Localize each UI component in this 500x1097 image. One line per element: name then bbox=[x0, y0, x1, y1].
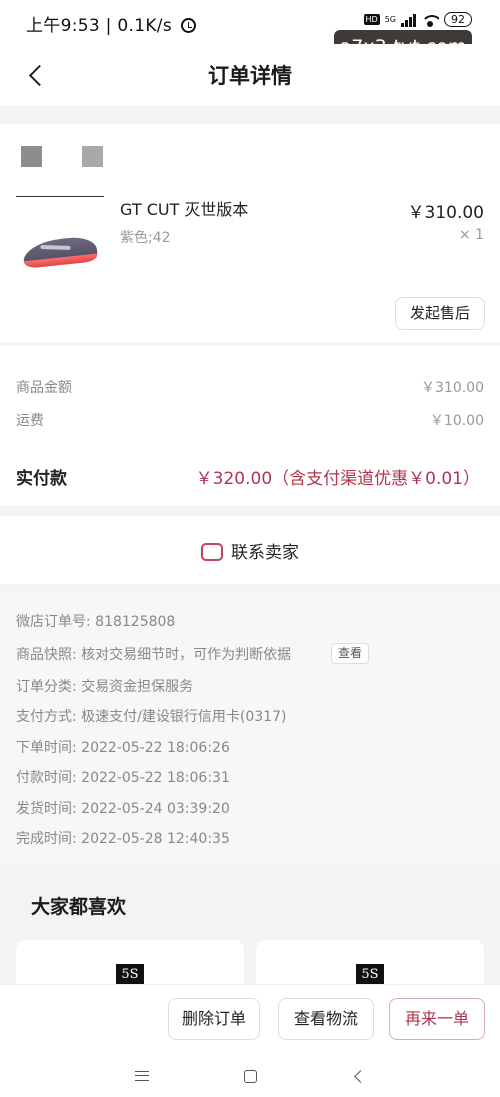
info-label: 完成时间: bbox=[16, 831, 77, 847]
order-info-card: 微店订单号: 818125808 商品快照: 核对交易细节时，可作为判断依据 查… bbox=[0, 592, 500, 862]
order-number-row: 微店订单号: 818125808 bbox=[16, 611, 175, 631]
info-label: 下单时间: bbox=[16, 740, 77, 756]
after-sale-button[interactable]: 发起售后 bbox=[395, 297, 485, 330]
info-label: 商品快照: bbox=[16, 647, 77, 663]
menu-icon[interactable] bbox=[135, 1071, 149, 1081]
alarm-icon bbox=[180, 18, 196, 33]
product-quantity: × 1 bbox=[458, 227, 484, 243]
paid-row: 实付款 ￥320.00（含支付渠道优惠￥0.01） bbox=[16, 464, 484, 489]
order-category-row: 订单分类: 交易资金担保服务 bbox=[16, 676, 193, 696]
goods-amount-value: ￥310.00 bbox=[421, 380, 484, 396]
signal-icon bbox=[401, 13, 416, 27]
header: 订单详情 bbox=[0, 44, 500, 106]
payment-method-value: 极速支付/建设银行信用卡(0317) bbox=[81, 709, 287, 725]
recommend-title: 大家都喜欢 bbox=[31, 896, 127, 918]
action-bar: 删除订单 查看物流 再来一单 bbox=[0, 984, 500, 1054]
shop-logo: 5S bbox=[116, 964, 144, 986]
goods-amount-label: 商品金额 bbox=[16, 380, 72, 396]
system-nav-bar bbox=[0, 1054, 500, 1097]
order-time-row: 下单时间: 2022-05-22 18:06:26 bbox=[16, 737, 230, 757]
ship-time-row: 发货时间: 2022-05-24 03:39:20 bbox=[16, 798, 230, 818]
info-label: 微店订单号: bbox=[16, 614, 91, 630]
paid-label: 实付款 bbox=[16, 469, 67, 489]
payment-time-row: 付款时间: 2022-05-22 18:06:31 bbox=[16, 767, 230, 787]
payment-method-row: 支付方式: 极速支付/建设银行信用卡(0317) bbox=[16, 706, 286, 726]
shipping-value: ￥10.00 bbox=[429, 413, 484, 429]
battery-icon: 92 bbox=[444, 12, 472, 27]
snapshot-value: 核对交易细节时，可作为判断依据 bbox=[81, 647, 292, 663]
product-thumbnail[interactable] bbox=[16, 196, 104, 288]
order-category-value: 交易资金担保服务 bbox=[81, 679, 194, 695]
shop-name-placeholder bbox=[82, 146, 103, 167]
view-logistics-button[interactable]: 查看物流 bbox=[278, 998, 374, 1040]
info-label: 发货时间: bbox=[16, 801, 77, 817]
order-time-value: 2022-05-22 18:06:26 bbox=[81, 740, 230, 756]
amount-card: 商品金额 ￥310.00 运费 ￥10.00 实付款 ￥320.00（含支付渠道… bbox=[0, 346, 500, 506]
status-icons: HD 5G 92 bbox=[363, 12, 472, 27]
buy-again-button[interactable]: 再来一单 bbox=[389, 998, 485, 1040]
info-label: 支付方式: bbox=[16, 709, 77, 725]
order-number-value[interactable]: 818125808 bbox=[95, 614, 175, 630]
network-type: 5G bbox=[384, 15, 396, 24]
status-time: 上午9:53 | 0.1K/s bbox=[26, 11, 196, 36]
goods-amount-row: 商品金额 ￥310.00 bbox=[16, 377, 484, 397]
page-title: 订单详情 bbox=[208, 64, 292, 88]
product-price: ￥310.00 bbox=[407, 203, 484, 223]
shoe-image bbox=[21, 235, 99, 269]
complete-time-value: 2022-05-28 12:40:35 bbox=[81, 831, 230, 847]
view-snapshot-button[interactable]: 查看 bbox=[331, 643, 369, 664]
nav-back-icon[interactable] bbox=[354, 1070, 367, 1083]
delete-order-button[interactable]: 删除订单 bbox=[168, 998, 260, 1040]
home-icon[interactable] bbox=[244, 1070, 257, 1083]
status-time-text: 上午9:53 | 0.1K/s bbox=[26, 16, 172, 36]
shipping-row: 运费 ￥10.00 bbox=[16, 410, 484, 430]
info-label: 订单分类: bbox=[16, 679, 77, 695]
shipping-label: 运费 bbox=[16, 413, 44, 429]
paid-value: ￥320.00（含支付渠道优惠￥0.01） bbox=[195, 469, 480, 489]
hd-badge: HD bbox=[363, 14, 380, 25]
payment-time-value: 2022-05-22 18:06:31 bbox=[81, 770, 230, 786]
product-card: GT CUT 灭世版本 紫色;42 ￥310.00 × 1 发起售后 bbox=[0, 124, 500, 342]
info-label: 付款时间: bbox=[16, 770, 77, 786]
contact-seller-button[interactable]: 联系卖家 bbox=[0, 538, 500, 563]
shop-avatar bbox=[21, 146, 42, 167]
contact-seller-card[interactable]: 联系卖家 bbox=[0, 516, 500, 584]
wifi-icon bbox=[421, 13, 439, 27]
snapshot-row: 商品快照: 核对交易细节时，可作为判断依据 bbox=[16, 644, 291, 664]
contact-seller-label: 联系卖家 bbox=[231, 543, 299, 563]
complete-time-row: 完成时间: 2022-05-28 12:40:35 bbox=[16, 828, 230, 848]
ship-time-value: 2022-05-24 03:39:20 bbox=[81, 801, 230, 817]
chat-icon bbox=[201, 538, 223, 561]
product-name[interactable]: GT CUT 灭世版本 bbox=[120, 196, 248, 220]
shop-logo: 5S bbox=[356, 964, 384, 986]
product-variant: 紫色;42 bbox=[120, 230, 171, 246]
